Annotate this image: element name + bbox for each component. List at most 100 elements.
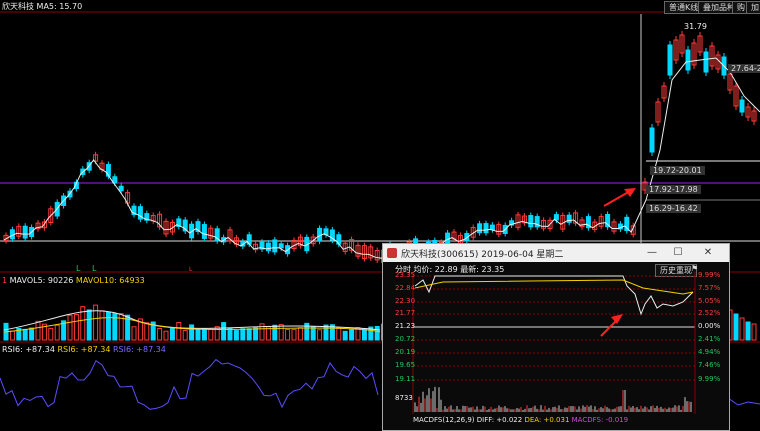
candle-body <box>566 214 572 223</box>
volume-bar <box>131 326 137 341</box>
volume-bar <box>35 320 41 341</box>
volume-bar <box>310 326 316 341</box>
ma5-label: MA5: 15.70 <box>36 2 83 11</box>
rsi-line <box>0 358 379 410</box>
volume-bar <box>272 324 278 341</box>
popup-volume-value: 8733 <box>395 394 413 402</box>
rsi6c-label: RSI6: +87.34 <box>112 345 166 354</box>
diff-label: DIFF: +0.022 <box>476 416 523 424</box>
high-price-label: 31.79 <box>684 22 707 31</box>
volume-bar <box>291 328 297 341</box>
mavol5-label: MAVOL5: 90226 <box>9 276 74 285</box>
candle-body <box>477 223 483 234</box>
price-axis-label: 20.19 <box>395 348 416 356</box>
volume-bar <box>105 311 111 341</box>
dea-label: DEA: +0.031 <box>524 416 570 424</box>
percent-axis-label: 7.46% <box>698 361 721 369</box>
volume-bar <box>182 330 188 341</box>
volume-bar <box>361 328 367 341</box>
percent-axis-label: 2.52% <box>698 309 721 317</box>
volume-header: 1 MAVOL5: 90226 MAVOL10: 64933 <box>2 276 145 285</box>
intraday-popup-window[interactable]: 欣天科技(300615) 2019-06-04 星期二 — ☐ ✕ 分时 均价:… <box>382 243 730 431</box>
candle-body <box>703 51 709 73</box>
volume-bar <box>342 330 348 341</box>
candle-body <box>483 223 489 234</box>
volume-bar <box>246 328 252 341</box>
volume-bar <box>253 327 259 341</box>
candle-body <box>739 99 745 113</box>
volume-bar <box>73 313 79 341</box>
percent-axis-label: 9.99% <box>698 375 721 383</box>
volume-bar <box>157 327 163 341</box>
volume-bar <box>285 328 291 341</box>
candle-body <box>685 49 691 71</box>
price-axis-label: 22.30 <box>395 297 416 305</box>
volume-bar <box>195 329 201 341</box>
volume-bar <box>233 330 239 341</box>
rsi6b-label: RSI6: +87.34 <box>57 345 111 354</box>
macd-label: MACDFS(12,26,9) <box>413 416 475 424</box>
rsi-header: RSI6: +87.34 RSI6: +87.34 RSI6: +87.34 <box>2 345 166 354</box>
volume-bar <box>739 317 745 341</box>
price-box-3: 17.92-17.98 <box>646 185 701 194</box>
stock-header: 欣天科技 MA5: 15.70 <box>2 1 82 12</box>
volume-bar <box>214 326 220 341</box>
volume-bar <box>297 327 303 341</box>
marker-l-3: L <box>189 266 193 273</box>
price-axis-label: 19.11 <box>395 375 416 383</box>
volume-bar <box>163 330 169 341</box>
volume-bar <box>189 324 195 341</box>
candle-body <box>265 242 271 252</box>
volume-bar <box>169 327 175 341</box>
rsi-line-right <box>727 397 760 406</box>
volume-bar <box>227 327 233 341</box>
candle-body <box>118 185 124 192</box>
candle-body <box>201 224 207 239</box>
popup-annotation-arrowhead <box>611 314 623 324</box>
percent-axis-label: 0.00% <box>698 322 721 330</box>
candle-body <box>278 243 284 249</box>
volume-bar <box>323 324 329 341</box>
marker-l-1: L <box>76 264 81 273</box>
volume-bar <box>336 326 342 341</box>
percent-axis-label: 4.94% <box>698 348 721 356</box>
rsi6-label: RSI6: +87.34 <box>2 345 55 354</box>
percent-axis-label: 7.57% <box>698 284 721 292</box>
volume-bar <box>176 321 182 341</box>
price-box-4: 16.29-16.42 <box>646 204 701 213</box>
percent-axis-label: 9.99% <box>698 271 721 279</box>
volume-bar <box>99 310 105 341</box>
candle-body <box>489 224 495 231</box>
marker-l-2: L <box>92 264 97 273</box>
volume-bar <box>317 329 323 341</box>
extra-button-2[interactable]: 加 <box>746 1 760 14</box>
candle-body <box>649 127 655 153</box>
macd-header: MACDFS(12,26,9) DIFF: +0.022 DEA: +0.031… <box>413 416 628 424</box>
price-axis-label: 21.77 <box>395 309 416 317</box>
price-box-1: 27.64-2 <box>728 64 760 73</box>
volume-bar <box>374 326 380 341</box>
candle-body <box>272 239 278 253</box>
price-axis-label: 19.65 <box>395 361 416 369</box>
volume-bar <box>733 313 739 341</box>
price-axis-label: 23.35 <box>395 271 416 279</box>
candle-body <box>22 225 28 239</box>
volume-bar <box>54 324 60 341</box>
price-axis-label: 22.84 <box>395 284 416 292</box>
percent-axis-label: 2.41% <box>698 335 721 343</box>
volume-bar <box>208 328 214 341</box>
percent-axis-label: 5.05% <box>698 297 721 305</box>
volume-bar <box>201 328 207 341</box>
candle-body <box>528 215 534 228</box>
volume-bar <box>278 324 284 341</box>
volume-bar <box>29 327 35 341</box>
volume-bar <box>22 328 28 341</box>
stock-label: 欣天科技 <box>2 2 34 11</box>
macdfs-label: MACDFS: -0.019 <box>571 416 629 424</box>
ma-line <box>3 57 760 259</box>
price-axis-label: 20.72 <box>395 335 416 343</box>
intraday-chart[interactable] <box>383 244 729 430</box>
volume-bar <box>745 321 751 341</box>
volume-bar <box>751 323 757 341</box>
volume-bar <box>144 322 150 341</box>
